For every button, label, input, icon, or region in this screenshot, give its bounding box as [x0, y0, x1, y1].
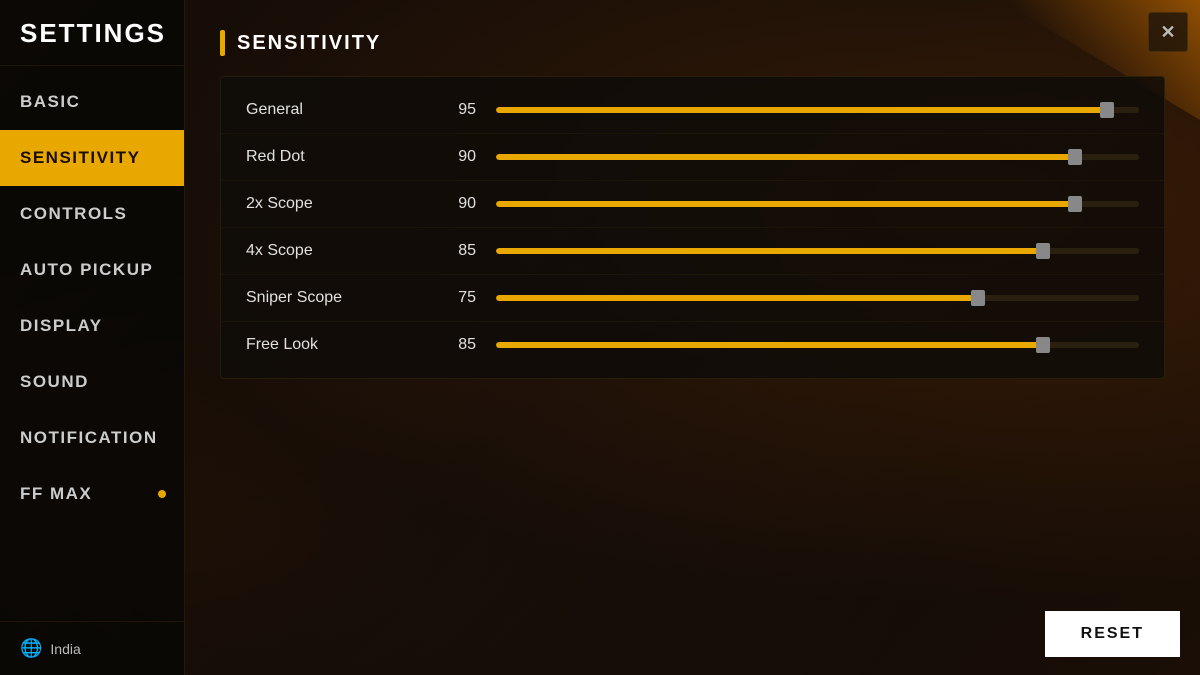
slider-container-5[interactable]	[496, 338, 1139, 352]
slider-thumb-0[interactable]	[1100, 102, 1114, 118]
slider-track-4	[496, 295, 1139, 301]
sidebar-item-display[interactable]: DISPLAY	[0, 298, 184, 354]
setting-label-2: 2x Scope	[246, 195, 446, 213]
slider-track-0	[496, 107, 1139, 113]
setting-row: Red Dot90	[221, 134, 1164, 181]
sidebar-item-basic[interactable]: BASIC	[0, 74, 184, 130]
setting-label-5: Free Look	[246, 336, 446, 354]
sidebar-nav: BASICSENSITIVITYCONTROLSAUTO PICKUPDISPL…	[0, 66, 184, 621]
slider-thumb-2[interactable]	[1068, 196, 1082, 212]
slider-fill-2	[496, 201, 1075, 207]
slider-thumb-1[interactable]	[1068, 149, 1082, 165]
sidebar-footer: 🌐 India	[0, 621, 184, 675]
setting-label-1: Red Dot	[246, 148, 446, 166]
slider-track-1	[496, 154, 1139, 160]
slider-container-0[interactable]	[496, 103, 1139, 117]
setting-row: Free Look85	[221, 322, 1164, 368]
setting-row: General95	[221, 87, 1164, 134]
settings-panel: General95Red Dot902x Scope904x Scope85Sn…	[220, 76, 1165, 379]
setting-label-3: 4x Scope	[246, 242, 446, 260]
setting-row: 4x Scope85	[221, 228, 1164, 275]
slider-fill-1	[496, 154, 1075, 160]
slider-thumb-5[interactable]	[1036, 337, 1050, 353]
main-content: SENSITIVITY General95Red Dot902x Scope90…	[185, 0, 1200, 675]
setting-value-3: 85	[446, 242, 496, 260]
slider-fill-5	[496, 342, 1043, 348]
region-label: India	[50, 641, 80, 657]
notification-dot	[158, 490, 166, 498]
slider-container-2[interactable]	[496, 197, 1139, 211]
slider-container-4[interactable]	[496, 291, 1139, 305]
sidebar-item-sound[interactable]: SOUND	[0, 354, 184, 410]
sidebar-item-ff-max[interactable]: FF MAX	[0, 466, 184, 522]
setting-value-0: 95	[446, 101, 496, 119]
setting-label-4: Sniper Scope	[246, 289, 446, 307]
sidebar-item-notification[interactable]: NOTIFICATION	[0, 410, 184, 466]
close-button[interactable]: ✕	[1148, 12, 1188, 52]
slider-fill-0	[496, 107, 1107, 113]
slider-fill-3	[496, 248, 1043, 254]
section-accent	[220, 30, 225, 56]
slider-thumb-4[interactable]	[971, 290, 985, 306]
section-header: SENSITIVITY	[220, 30, 1165, 56]
reset-button[interactable]: RESET	[1045, 611, 1180, 657]
slider-container-3[interactable]	[496, 244, 1139, 258]
slider-track-2	[496, 201, 1139, 207]
slider-thumb-3[interactable]	[1036, 243, 1050, 259]
globe-icon: 🌐	[20, 638, 42, 659]
section-title: SENSITIVITY	[237, 32, 381, 55]
sidebar: SETTINGS BASICSENSITIVITYCONTROLSAUTO PI…	[0, 0, 185, 675]
app-title: SETTINGS	[0, 0, 184, 66]
setting-value-4: 75	[446, 289, 496, 307]
slider-fill-4	[496, 295, 978, 301]
sidebar-item-sensitivity[interactable]: SENSITIVITY	[0, 130, 184, 186]
sidebar-item-auto-pickup[interactable]: AUTO PICKUP	[0, 242, 184, 298]
setting-label-0: General	[246, 101, 446, 119]
slider-container-1[interactable]	[496, 150, 1139, 164]
setting-value-5: 85	[446, 336, 496, 354]
setting-row: 2x Scope90	[221, 181, 1164, 228]
sidebar-item-controls[interactable]: CONTROLS	[0, 186, 184, 242]
setting-value-1: 90	[446, 148, 496, 166]
setting-row: Sniper Scope75	[221, 275, 1164, 322]
setting-value-2: 90	[446, 195, 496, 213]
